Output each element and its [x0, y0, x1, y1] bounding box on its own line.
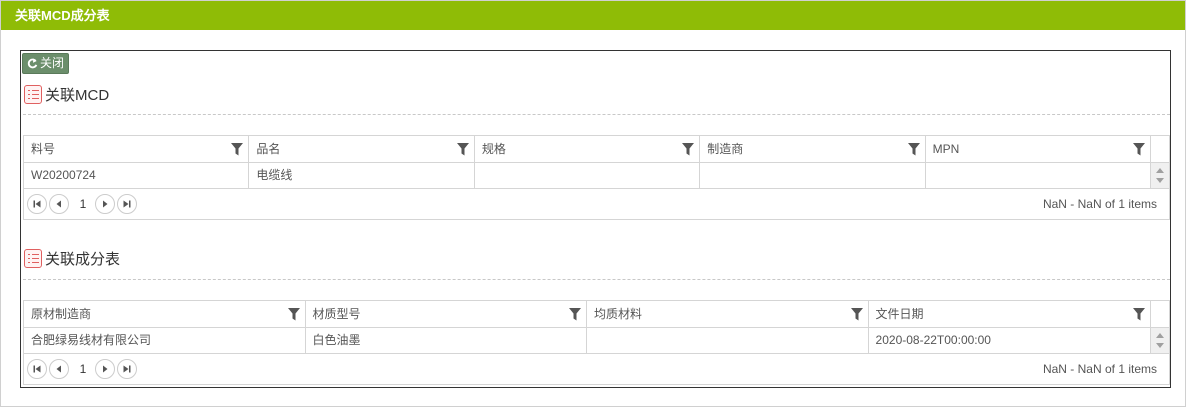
filter-icon[interactable] [1133, 308, 1146, 321]
close-button[interactable]: 关闭 [22, 53, 70, 74]
cell-part-no: W20200724 [24, 163, 250, 188]
mcd-section-title: 关联MCD [45, 86, 110, 104]
next-page-button[interactable] [95, 359, 115, 379]
page-number[interactable]: 1 [71, 359, 95, 379]
column-header-spec[interactable]: 规格 [475, 136, 701, 162]
last-page-icon [123, 365, 131, 373]
last-page-button[interactable] [117, 194, 137, 214]
cell-material-manufacturer: 合肥绿易线材有限公司 [24, 328, 306, 353]
column-header-label: 原材制造商 [31, 307, 92, 321]
column-header-label: 均质材料 [594, 307, 643, 321]
column-header-label: 文件日期 [875, 307, 924, 321]
header-spacer [1151, 301, 1170, 327]
cell-file-date: 2020-08-22T00:00:00 [869, 328, 1152, 353]
column-header-file-date[interactable]: 文件日期 [869, 301, 1152, 327]
mcd-pager: 1 NaN - NaN of 1 items [24, 189, 1169, 219]
column-header-manufacturer[interactable]: 制造商 [700, 136, 926, 162]
column-header-material-model[interactable]: 材质型号 [306, 301, 588, 327]
prev-page-icon [56, 200, 61, 208]
column-header-label: 品名 [256, 142, 281, 156]
list-icon [24, 84, 42, 104]
column-header-part-no[interactable]: 料号 [24, 136, 250, 162]
next-page-icon [103, 365, 108, 373]
column-header-homogeneous-material[interactable]: 均质材料 [587, 301, 869, 327]
column-header-mpn[interactable]: MPN [926, 136, 1152, 162]
scroll-up-icon[interactable] [1156, 333, 1165, 338]
cell-homogeneous-material [587, 328, 869, 353]
page-number[interactable]: 1 [71, 194, 95, 214]
refresh-icon [27, 58, 38, 69]
column-header-material-manufacturer[interactable]: 原材制造商 [24, 301, 306, 327]
composition-section-header: 关联成分表 [24, 247, 120, 269]
filter-icon[interactable] [569, 308, 582, 321]
filter-icon[interactable] [231, 143, 244, 156]
prev-page-button[interactable] [49, 194, 69, 214]
first-page-icon [33, 365, 41, 373]
section-divider [23, 279, 1170, 280]
filter-icon[interactable] [287, 308, 300, 321]
cell-product-name: 电缆线 [249, 163, 475, 188]
column-header-label: 规格 [481, 142, 506, 156]
table-row[interactable]: W20200724 电缆线 [24, 163, 1169, 189]
column-header-label: 料号 [31, 142, 56, 156]
scroll-down-icon[interactable] [1156, 178, 1165, 183]
content-panel: 关闭 关联MCD 料号 品名 规格 制造商 MPN W20200724 电缆线 … [20, 50, 1171, 388]
mcd-section-header: 关联MCD [24, 83, 109, 105]
filter-icon[interactable] [682, 143, 695, 156]
pager-info: NaN - NaN of 1 items [1042, 197, 1157, 211]
table-row[interactable]: 合肥绿易线材有限公司 白色油墨 2020-08-22T00:00:00 [24, 328, 1170, 354]
mcd-composition-window: 关联MCD成分表 关闭 关联MCD 料号 品名 规格 制造商 MPN W2020… [0, 0, 1186, 407]
prev-page-icon [56, 365, 61, 373]
filter-icon[interactable] [907, 143, 920, 156]
filter-icon[interactable] [1133, 143, 1146, 156]
section-divider [23, 114, 1170, 115]
last-page-button[interactable] [117, 359, 137, 379]
vertical-scrollbar[interactable] [1151, 328, 1170, 353]
vertical-scrollbar[interactable] [1151, 163, 1169, 188]
last-page-icon [123, 200, 131, 208]
first-page-icon [33, 200, 41, 208]
scroll-up-icon[interactable] [1156, 168, 1165, 173]
next-page-icon [103, 200, 108, 208]
cell-mpn [926, 163, 1152, 188]
close-button-label: 关闭 [40, 56, 65, 70]
filter-icon[interactable] [850, 308, 863, 321]
cell-material-model: 白色油墨 [306, 328, 588, 353]
window-title: 关联MCD成分表 [1, 1, 1185, 30]
composition-grid-header: 原材制造商 材质型号 均质材料 文件日期 [24, 301, 1170, 328]
column-header-label: 制造商 [707, 142, 744, 156]
column-header-label: 材质型号 [312, 307, 361, 321]
composition-pager: 1 NaN - NaN of 1 items [24, 354, 1169, 384]
cell-manufacturer [700, 163, 926, 188]
first-page-button[interactable] [27, 194, 47, 214]
cell-spec [475, 163, 701, 188]
filter-icon[interactable] [456, 143, 469, 156]
next-page-button[interactable] [95, 194, 115, 214]
composition-section-title: 关联成分表 [45, 250, 121, 268]
column-header-label: MPN [932, 142, 960, 156]
pager-info: NaN - NaN of 1 items [1042, 362, 1157, 376]
scroll-down-icon[interactable] [1156, 343, 1165, 348]
prev-page-button[interactable] [49, 359, 69, 379]
mcd-grid-header: 料号 品名 规格 制造商 MPN [24, 136, 1169, 163]
list-icon [24, 248, 42, 268]
composition-grid: 原材制造商 材质型号 均质材料 文件日期 合肥绿易线材有限公司 白色油墨 202… [23, 300, 1170, 385]
column-header-product-name[interactable]: 品名 [249, 136, 475, 162]
first-page-button[interactable] [27, 359, 47, 379]
header-spacer [1151, 136, 1169, 162]
mcd-grid: 料号 品名 规格 制造商 MPN W20200724 电缆线 1 NaN - N… [23, 135, 1170, 220]
